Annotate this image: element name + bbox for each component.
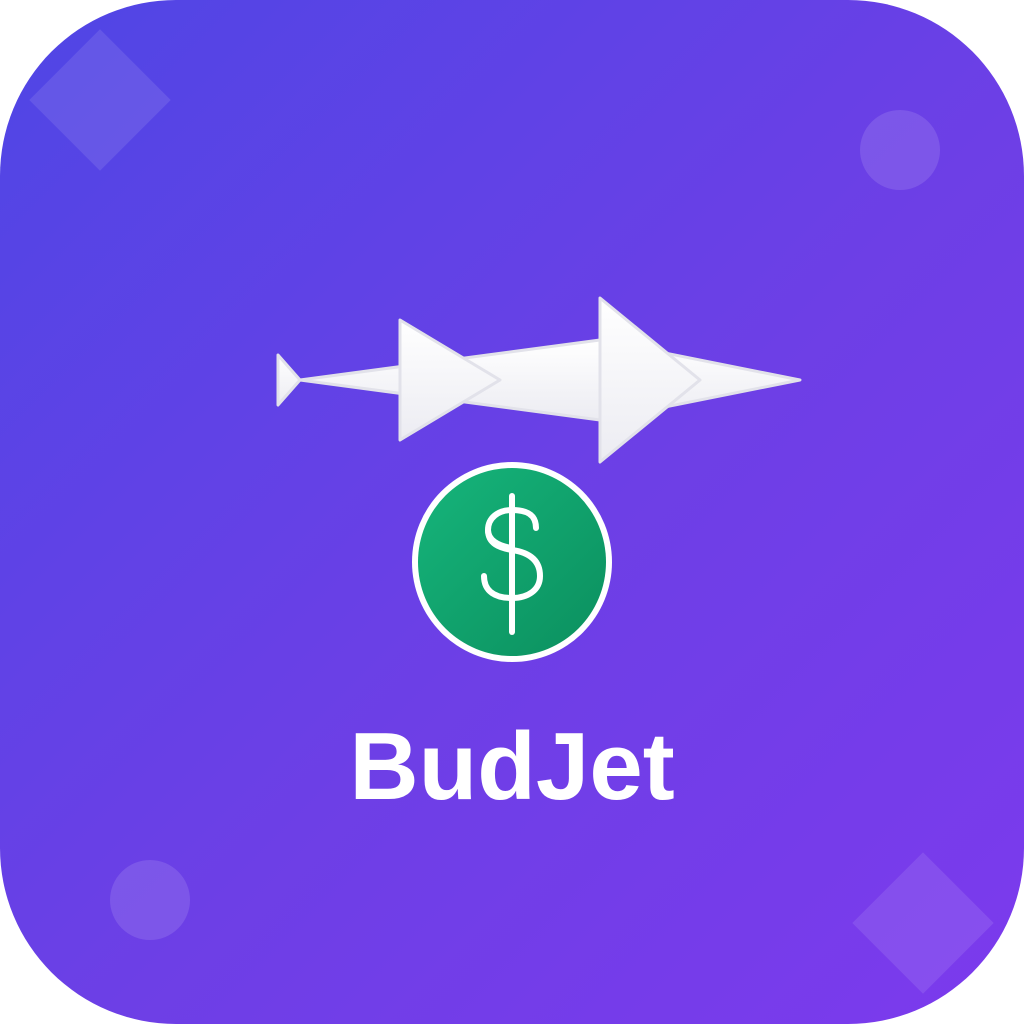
decorative-diamond-top-left bbox=[29, 29, 171, 171]
decorative-circle-top-right bbox=[860, 110, 940, 190]
jet-arrow-small bbox=[398, 318, 502, 442]
icon-background: BudJet bbox=[0, 0, 1024, 1024]
dollar-coin-icon bbox=[412, 462, 612, 662]
app-icon: BudJet bbox=[0, 0, 1024, 1024]
jet-arrow-large bbox=[598, 296, 702, 464]
jet-tail bbox=[276, 353, 302, 407]
decorative-diamond-bottom-right bbox=[852, 852, 994, 994]
jet-arrows-icon bbox=[276, 296, 802, 464]
decorative-circle-bottom-left bbox=[110, 860, 190, 940]
jet-body bbox=[298, 338, 802, 422]
app-name: BudJet bbox=[349, 713, 675, 820]
